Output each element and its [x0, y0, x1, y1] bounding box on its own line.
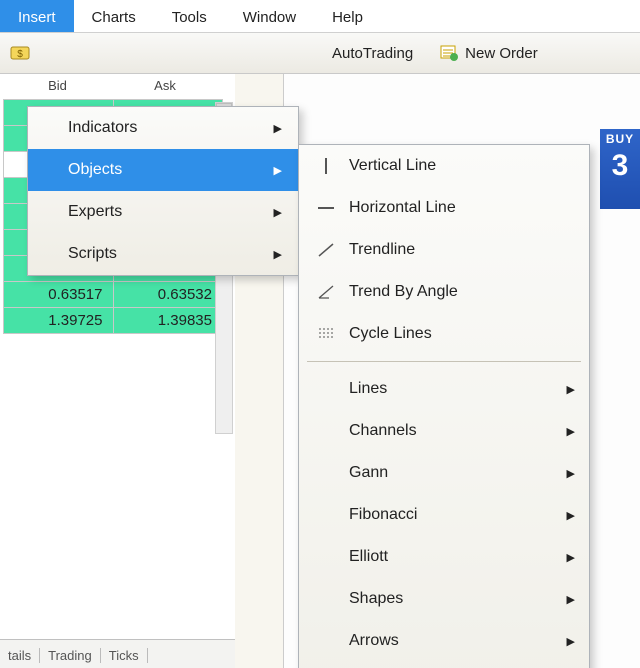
- svg-text:$: $: [17, 49, 23, 60]
- cell-ask: 1.39835: [113, 308, 223, 334]
- new-order-button[interactable]: New Order: [431, 41, 546, 65]
- submenu-lines[interactable]: Lines ▶: [299, 368, 589, 410]
- money-icon: $: [10, 44, 30, 62]
- dropdown-scripts[interactable]: Scripts ▶: [28, 233, 298, 275]
- toolbar-money-button[interactable]: $: [2, 41, 44, 65]
- hline-icon: [313, 198, 339, 218]
- dropdown-label: Indicators: [68, 119, 137, 137]
- table-row[interactable]: 1.397251.39835: [4, 308, 223, 334]
- tab-details[interactable]: tails: [0, 648, 40, 663]
- chevron-right-icon: ▶: [567, 425, 575, 438]
- chevron-right-icon: ▶: [567, 383, 575, 396]
- chevron-right-icon: ▶: [274, 206, 282, 219]
- objects-submenu: Vertical Line Horizontal Line Trendline Tre…: [298, 144, 590, 668]
- dropdown-label: Experts: [68, 203, 122, 221]
- chevron-right-icon: ▶: [567, 467, 575, 480]
- submenu-horizontal-line[interactable]: Horizontal Line: [299, 187, 589, 229]
- angle-icon: [313, 282, 339, 302]
- new-order-icon: [439, 44, 459, 62]
- chevron-right-icon: ▶: [567, 509, 575, 522]
- col-bid: Bid: [0, 78, 115, 93]
- submenu-label: Gann: [349, 464, 388, 482]
- submenu-label: Fibonacci: [349, 506, 417, 524]
- menu-tools[interactable]: Tools: [154, 0, 225, 32]
- submenu-cycle-lines[interactable]: Cycle Lines: [299, 313, 589, 355]
- submenu-shapes[interactable]: Shapes ▶: [299, 578, 589, 620]
- submenu-label: Trendline: [349, 241, 415, 259]
- cell-ask: 0.63532: [113, 282, 223, 308]
- market-header: Bid Ask: [0, 74, 235, 99]
- submenu-arrows[interactable]: Arrows ▶: [299, 620, 589, 662]
- col-ask: Ask: [115, 78, 215, 93]
- submenu-label: Vertical Line: [349, 157, 436, 175]
- market-tabs: tails Trading Ticks: [0, 639, 235, 668]
- buy-label: BUY: [600, 129, 640, 146]
- submenu-label: Horizontal Line: [349, 199, 456, 217]
- blank-icon: [313, 589, 339, 609]
- submenu-trendline[interactable]: Trendline: [299, 229, 589, 271]
- chevron-right-icon: ▶: [567, 551, 575, 564]
- vline-icon: [313, 156, 339, 176]
- buy-box[interactable]: BUY 3: [600, 129, 640, 209]
- submenu-label: Shapes: [349, 590, 403, 608]
- submenu-graphical[interactable]: Graphical▶: [299, 662, 589, 668]
- blank-icon: [313, 463, 339, 483]
- menu-insert[interactable]: Insert: [0, 0, 74, 32]
- separator: [307, 361, 581, 362]
- insert-dropdown: Indicators ▶ Objects ▶ Experts ▶ Scripts…: [27, 106, 299, 276]
- blank-icon: [313, 421, 339, 441]
- submenu-fibonacci[interactable]: Fibonacci ▶: [299, 494, 589, 536]
- cell-bid: 0.63517: [4, 282, 114, 308]
- blank-icon: [313, 631, 339, 651]
- menu-help[interactable]: Help: [314, 0, 381, 32]
- table-row[interactable]: 0.635170.63532: [4, 282, 223, 308]
- submenu-gann[interactable]: Gann ▶: [299, 452, 589, 494]
- chevron-right-icon: ▶: [274, 164, 282, 177]
- dropdown-experts[interactable]: Experts ▶: [28, 191, 298, 233]
- chevron-right-icon: ▶: [274, 122, 282, 135]
- dropdown-label: Scripts: [68, 245, 117, 263]
- new-order-label: New Order: [465, 45, 538, 62]
- dropdown-label: Objects: [68, 161, 122, 179]
- menu-charts[interactable]: Charts: [74, 0, 154, 32]
- dropdown-objects[interactable]: Objects ▶: [28, 149, 298, 191]
- toolbar: $ AutoTrading New Order: [0, 33, 640, 74]
- tab-trading[interactable]: Trading: [40, 648, 101, 663]
- submenu-vertical-line[interactable]: Vertical Line: [299, 145, 589, 187]
- submenu-label: Cycle Lines: [349, 325, 432, 343]
- submenu-trend-by-angle[interactable]: Trend By Angle: [299, 271, 589, 313]
- chevron-right-icon: ▶: [274, 248, 282, 261]
- autotrading-label: AutoTrading: [332, 45, 413, 62]
- submenu-elliott[interactable]: Elliott ▶: [299, 536, 589, 578]
- chevron-right-icon: ▶: [567, 635, 575, 648]
- blank-icon: [313, 505, 339, 525]
- submenu-channels[interactable]: Channels ▶: [299, 410, 589, 452]
- cell-bid: 1.39725: [4, 308, 114, 334]
- submenu-label: Trend By Angle: [349, 283, 458, 301]
- client-area: Bid Ask 84.33884.3611.955061.955451.7135…: [0, 74, 640, 668]
- autotrading-button[interactable]: AutoTrading: [324, 42, 421, 65]
- blank-icon: [313, 547, 339, 567]
- submenu-label: Elliott: [349, 548, 388, 566]
- cycle-icon: [313, 324, 339, 344]
- blank-icon: [313, 379, 339, 399]
- submenu-label: Arrows: [349, 632, 399, 650]
- chevron-right-icon: ▶: [567, 593, 575, 606]
- buy-big-digit: 3: [600, 146, 640, 186]
- submenu-label: Channels: [349, 422, 417, 440]
- menubar: Insert Charts Tools Window Help: [0, 0, 640, 33]
- dropdown-indicators[interactable]: Indicators ▶: [28, 107, 298, 149]
- tab-ticks[interactable]: Ticks: [101, 648, 148, 663]
- menu-window[interactable]: Window: [225, 0, 314, 32]
- submenu-label: Lines: [349, 380, 387, 398]
- trend-icon: [313, 240, 339, 260]
